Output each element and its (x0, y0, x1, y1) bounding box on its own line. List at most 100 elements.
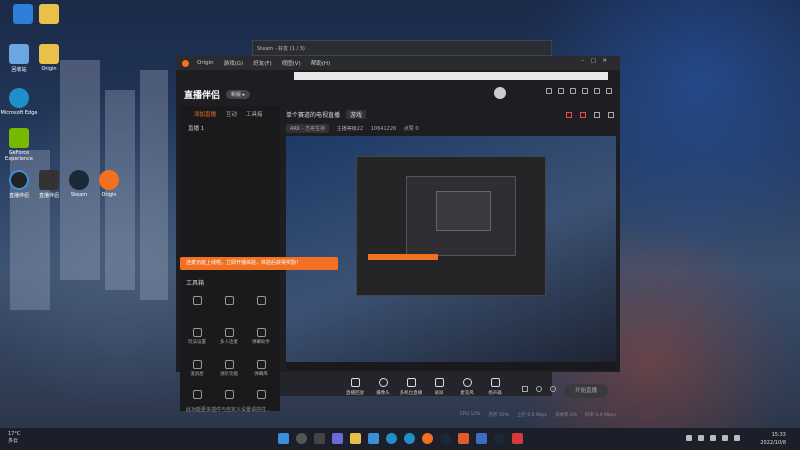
menu-help[interactable]: 帮助(H) (311, 59, 330, 67)
control-multi-cam[interactable]: 多机位直播 (398, 378, 424, 396)
desktop-icon-edge[interactable]: Microsoft Edge (0, 88, 38, 116)
desktop-icon-folder[interactable] (30, 4, 68, 26)
desktop-icon-folder-2[interactable]: Origin (30, 44, 68, 72)
category-chip[interactable]: ARK - 方舟生存 (286, 124, 330, 133)
tab-add-live[interactable]: 添加直播 (194, 110, 216, 118)
weather-widget[interactable]: 17°C 多云 (8, 431, 20, 444)
preview-taskbar (286, 362, 616, 370)
desktop-icon-origin[interactable]: Origin (90, 170, 128, 198)
play-icon (434, 378, 444, 387)
shop-icon[interactable] (566, 112, 572, 118)
control-speaker[interactable]: 扬声器 (482, 378, 508, 396)
clock[interactable]: 15:33 2022/10/8 (760, 431, 786, 447)
folder-icon (39, 4, 59, 24)
version-badge[interactable]: 新版 ▸ (226, 89, 251, 99)
menu-origin[interactable]: Origin (197, 60, 214, 66)
start-live-button[interactable]: 开始直播 (564, 384, 608, 398)
volume-icon[interactable] (722, 435, 728, 441)
tool-danmu-lib[interactable]: 弹幕库 (248, 360, 274, 377)
tool-play-settings[interactable]: 玩法设置 (184, 328, 210, 345)
control-record[interactable]: 录屏 (426, 378, 452, 396)
store-icon[interactable] (368, 433, 379, 444)
task-view-icon[interactable] (314, 433, 325, 444)
geforce-icon (9, 128, 29, 148)
menu-game[interactable]: 游戏(G) (224, 59, 244, 67)
message-icon[interactable] (582, 88, 588, 94)
desktop-icon-geforce[interactable]: GeForce Experience (0, 128, 38, 162)
search-icon[interactable] (296, 433, 307, 444)
user-icon (224, 296, 234, 305)
tool-multi-link[interactable]: 多人连麦 (216, 328, 242, 345)
window-menubar: Origin 游戏(G) 好友(F) 视图(V) 帮助(H) – □ ✕ (176, 56, 620, 70)
notice-banner[interactable]: 连麦功能上线啦，立即开播体验，体验后获得奖励！ (180, 257, 338, 270)
app-icon-2[interactable] (512, 433, 523, 444)
tab-interact[interactable]: 互动 (226, 110, 237, 118)
app-icon[interactable] (476, 433, 487, 444)
props-icon (192, 360, 202, 369)
control-mic[interactable]: 麦克风 (454, 378, 480, 396)
store-icon[interactable] (570, 88, 576, 94)
settings-icon[interactable] (594, 88, 600, 94)
browser-icon[interactable] (404, 433, 415, 444)
gear-icon[interactable] (550, 386, 556, 392)
tool-advanced[interactable]: 进阶功能 (216, 360, 242, 377)
tools-title: 工具箱 (186, 280, 205, 287)
gift-icon[interactable] (546, 88, 552, 94)
tool-record[interactable] (248, 390, 274, 401)
wifi-icon[interactable] (710, 435, 716, 441)
danmu-icon (256, 328, 266, 337)
wallpaper-building (140, 70, 168, 300)
address-bar[interactable] (294, 72, 608, 80)
minimize-icon[interactable]: – (581, 58, 584, 64)
room-id: 10641226 (370, 126, 397, 132)
widgets-icon[interactable] (332, 433, 343, 444)
video-icon[interactable] (522, 386, 528, 392)
menu-icon[interactable] (606, 88, 612, 94)
scene-item[interactable]: 直播 1 (188, 124, 204, 132)
bell-icon[interactable] (594, 112, 600, 118)
control-camera[interactable]: 摄像头 (370, 378, 396, 396)
chat-icon (192, 296, 202, 305)
more-icon[interactable] (608, 112, 614, 118)
record-icon (256, 390, 266, 399)
live-companion-icon[interactable] (458, 433, 469, 444)
tab-toolbox[interactable]: 工具箱 (246, 110, 263, 118)
tool-props[interactable]: 道具屋 (184, 360, 210, 377)
maximize-icon[interactable]: □ (591, 58, 596, 64)
origin-icon[interactable] (422, 433, 433, 444)
download-icon (224, 360, 234, 369)
tool-interactive[interactable] (184, 390, 210, 401)
menu-view[interactable]: 视图(V) (282, 59, 301, 67)
file-explorer-icon[interactable] (350, 433, 361, 444)
ime-icon[interactable] (734, 435, 740, 441)
network-icon[interactable] (698, 435, 704, 441)
steam-icon-2[interactable] (494, 433, 505, 444)
steam-friends-window[interactable]: Steam - 好友 (1 / 3) (252, 40, 552, 56)
edge-icon[interactable] (386, 433, 397, 444)
app-brand: 直播伴侣 (184, 90, 221, 101)
tool-danmu-assistant[interactable]: 弹幕助手 (248, 328, 274, 345)
tool-chat[interactable] (184, 296, 210, 307)
tool-link[interactable] (216, 296, 242, 307)
live-preview[interactable] (286, 136, 616, 370)
room-actions (566, 112, 614, 118)
speaker-icon (490, 378, 500, 387)
tool-gift[interactable] (248, 296, 274, 307)
task-icon[interactable] (558, 88, 564, 94)
edge-icon (9, 88, 29, 108)
origin-icon (99, 170, 119, 190)
app-header: 直播伴侣 新版 ▸ (176, 82, 620, 106)
room-tag[interactable]: 游戏 (346, 110, 367, 119)
bottom-tip[interactable]: 此功能更多插件与自定义设置请前往… (186, 406, 271, 413)
chevron-up-icon[interactable] (686, 435, 692, 441)
avatar[interactable] (494, 87, 506, 99)
room-title[interactable]: 单个赛道的电视直播 (286, 110, 340, 119)
menu-friends[interactable]: 好友(F) (253, 59, 271, 67)
steam-icon[interactable] (440, 433, 451, 444)
tool-pk[interactable] (216, 390, 242, 401)
share-icon[interactable] (580, 112, 586, 118)
clock-icon[interactable] (536, 386, 542, 392)
control-screen-record[interactable]: 直播回放 (342, 378, 368, 396)
close-icon[interactable]: ✕ (602, 58, 607, 64)
start-icon[interactable] (278, 433, 289, 444)
